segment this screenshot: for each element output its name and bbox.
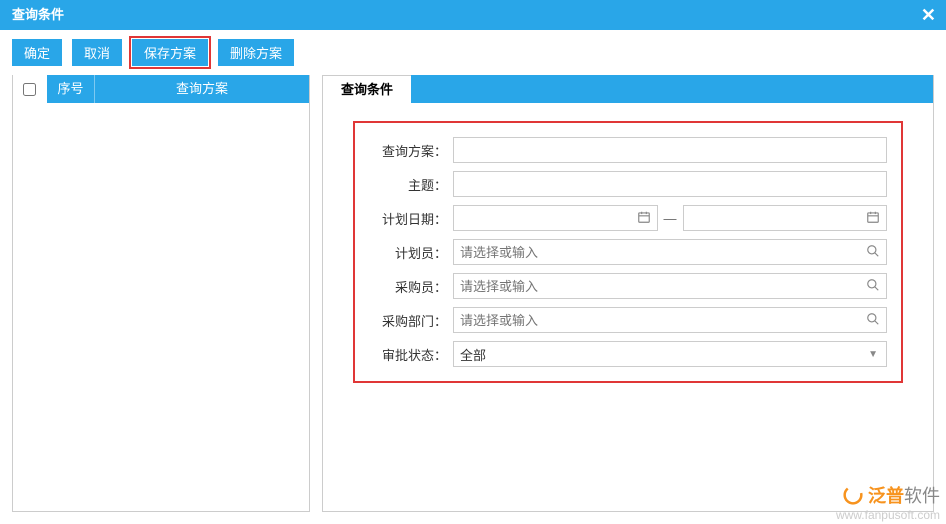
- brand-text-1: 泛普: [868, 486, 904, 506]
- date-from-wrap[interactable]: [453, 205, 658, 231]
- brand-text-2: 软件: [904, 486, 940, 506]
- scheme-label: 查询方案：: [363, 141, 453, 160]
- dept-input[interactable]: [460, 313, 880, 328]
- calendar-icon[interactable]: [637, 210, 651, 227]
- plan-date-label: 计划日期：: [363, 209, 453, 228]
- content-area: 序号 查询方案 查询条件 查询方案： 主题：: [0, 75, 946, 524]
- ok-button[interactable]: 确定: [12, 39, 62, 66]
- close-icon[interactable]: ✕: [921, 0, 936, 30]
- row-subject: 主题：: [363, 171, 887, 197]
- dept-input-wrap[interactable]: [453, 307, 887, 333]
- row-scheme: 查询方案：: [363, 137, 887, 163]
- calendar-icon[interactable]: [866, 210, 880, 227]
- approval-value: 全部: [460, 345, 486, 364]
- conditions-header: 查询条件: [323, 75, 933, 103]
- window-title: 查询条件: [12, 7, 64, 22]
- column-number-header: 序号: [47, 75, 95, 103]
- titlebar: 查询条件 ✕: [0, 0, 946, 30]
- toolbar: 确定 取消 保存方案 删除方案: [0, 30, 946, 75]
- scheme-list-header: 序号 查询方案: [13, 75, 309, 103]
- search-icon[interactable]: [866, 278, 880, 295]
- approval-label: 审批状态：: [363, 345, 453, 364]
- scheme-list-panel: 序号 查询方案: [12, 75, 310, 512]
- conditions-panel: 查询条件 查询方案： 主题： 计划日期：: [322, 75, 934, 512]
- scheme-input[interactable]: [460, 143, 880, 158]
- planner-input-wrap[interactable]: [453, 239, 887, 265]
- chevron-down-icon: ▼: [868, 349, 878, 360]
- subject-input[interactable]: [460, 177, 880, 192]
- row-approval: 审批状态： 全部 ▼: [363, 341, 887, 367]
- date-from-input[interactable]: [460, 211, 651, 226]
- delete-scheme-button[interactable]: 删除方案: [218, 39, 294, 66]
- watermark: 泛普软件 www.fanpusoft.com: [836, 482, 940, 522]
- brand-url: www.fanpusoft.com: [836, 508, 940, 522]
- buyer-input-wrap[interactable]: [453, 273, 887, 299]
- row-planner: 计划员：: [363, 239, 887, 265]
- select-all-cell: [13, 75, 47, 103]
- search-icon[interactable]: [866, 312, 880, 329]
- buyer-label: 采购员：: [363, 277, 453, 296]
- column-scheme-header: 查询方案: [95, 75, 309, 103]
- planner-input[interactable]: [460, 245, 880, 260]
- approval-select[interactable]: 全部 ▼: [453, 341, 887, 367]
- brand-logo: 泛普软件: [836, 482, 940, 508]
- date-range: —: [453, 205, 887, 231]
- form-box: 查询方案： 主题： 计划日期：: [353, 121, 903, 383]
- planner-label: 计划员：: [363, 243, 453, 262]
- date-separator: —: [664, 211, 677, 226]
- subject-input-wrap[interactable]: [453, 171, 887, 197]
- select-all-checkbox[interactable]: [23, 83, 36, 96]
- subject-label: 主题：: [363, 175, 453, 194]
- search-icon[interactable]: [866, 244, 880, 261]
- row-dept: 采购部门：: [363, 307, 887, 333]
- tab-conditions[interactable]: 查询条件: [323, 75, 411, 103]
- scheme-input-wrap[interactable]: [453, 137, 887, 163]
- row-buyer: 采购员：: [363, 273, 887, 299]
- date-to-wrap[interactable]: [683, 205, 888, 231]
- form-area: 查询方案： 主题： 计划日期：: [323, 103, 933, 401]
- dept-label: 采购部门：: [363, 311, 453, 330]
- row-plan-date: 计划日期： —: [363, 205, 887, 231]
- date-to-input[interactable]: [690, 211, 881, 226]
- buyer-input[interactable]: [460, 279, 880, 294]
- cancel-button[interactable]: 取消: [72, 39, 122, 66]
- save-scheme-button[interactable]: 保存方案: [132, 39, 208, 66]
